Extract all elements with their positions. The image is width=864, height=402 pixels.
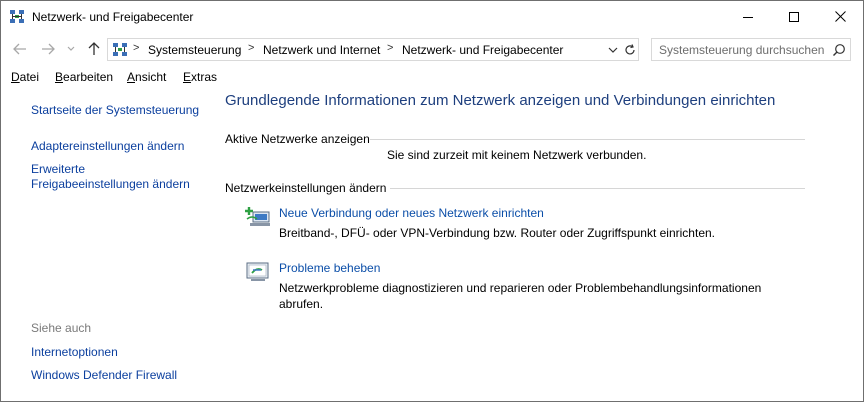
maximize-button[interactable]	[771, 1, 817, 32]
up-button[interactable]	[85, 40, 103, 58]
minimize-icon	[743, 16, 753, 18]
forward-button[interactable]	[39, 40, 57, 58]
control-panel-icon	[112, 42, 128, 58]
menu-bearbeiten[interactable]: Bearbeiten	[55, 70, 113, 84]
troubleshoot-icon[interactable]	[245, 261, 271, 283]
refresh-button[interactable]	[622, 42, 638, 58]
troubleshoot-description: Netzwerkprobleme diagnostizieren und rep…	[279, 281, 762, 311]
search-icon[interactable]	[832, 43, 846, 57]
back-button[interactable]	[11, 40, 29, 58]
menu-datei[interactable]: Datei	[11, 70, 39, 84]
sidebar-link-internetoptionen[interactable]: Internetoptionen	[31, 345, 206, 360]
minimize-button[interactable]	[725, 1, 771, 32]
section-divider	[370, 139, 805, 140]
arrow-right-icon	[42, 43, 55, 55]
menu-extras[interactable]: Extras	[183, 70, 217, 84]
maximize-icon	[789, 11, 799, 22]
search-input[interactable]: Systemsteuerung durchsuchen	[651, 38, 851, 61]
address-bar[interactable]: > Systemsteuerung > Netzwerk und Interne…	[107, 38, 639, 61]
window-title: Netzwerk- und Freigabecenter	[32, 10, 194, 24]
arrow-up-icon	[88, 42, 100, 55]
menu-bar: Datei Bearbeiten Ansicht Extras	[1, 67, 863, 89]
sidebar-link-firewall[interactable]: Windows Defender Firewall	[31, 368, 206, 383]
address-dropdown-button[interactable]	[606, 43, 620, 57]
breadcrumb-separator[interactable]: >	[387, 42, 393, 54]
menu-ansicht[interactable]: Ansicht	[127, 70, 166, 84]
breadcrumb-freigabecenter[interactable]: Netzwerk- und Freigabecenter	[402, 43, 563, 57]
active-networks-heading: Aktive Netzwerke anzeigen	[225, 132, 370, 146]
main-content: Grundlegende Informationen zum Netzwerk …	[225, 89, 825, 401]
sidebar: Startseite der Systemsteuerung Adapterei…	[1, 89, 211, 401]
page-title: Grundlegende Informationen zum Netzwerk …	[225, 92, 776, 109]
breadcrumb-systemsteuerung[interactable]: Systemsteuerung	[148, 43, 241, 57]
breadcrumb-netzwerk-und-internet[interactable]: Netzwerk und Internet	[263, 43, 380, 57]
sidebar-link-adaptereinstellungen[interactable]: Adaptereinstellungen ändern	[31, 139, 206, 154]
arrow-left-icon	[13, 43, 26, 55]
navigation-bar: > Systemsteuerung > Netzwerk und Interne…	[1, 32, 863, 66]
network-sharing-center-icon	[9, 9, 25, 25]
recent-locations-button[interactable]	[64, 40, 78, 58]
chevron-down-icon	[67, 46, 75, 51]
see-also-heading: Siehe auch	[31, 321, 92, 335]
breadcrumb-separator[interactable]: >	[133, 42, 139, 54]
new-connection-icon[interactable]	[245, 206, 271, 228]
network-settings-heading: Netzwerkeinstellungen ändern	[225, 181, 387, 195]
close-button[interactable]	[817, 1, 863, 32]
troubleshoot-link[interactable]: Probleme beheben	[279, 261, 380, 275]
search-placeholder: Systemsteuerung durchsuchen	[659, 43, 825, 57]
breadcrumb-separator[interactable]: >	[248, 42, 254, 54]
window: Netzwerk- und Freigabecenter > Systemste…	[0, 0, 864, 402]
new-connection-link[interactable]: Neue Verbindung oder neues Netzwerk einr…	[279, 206, 544, 220]
sidebar-link-freigabeeinstellungen[interactable]: Erweiterte Freigabeeinstellungen ändern	[31, 162, 196, 192]
section-divider	[390, 188, 805, 189]
title-bar: Netzwerk- und Freigabecenter	[1, 1, 863, 32]
sidebar-link-startseite[interactable]: Startseite der Systemsteuerung	[31, 103, 206, 118]
chevron-down-icon	[608, 47, 618, 53]
close-icon	[834, 11, 846, 22]
new-connection-description: Breitband-, DFÜ- oder VPN-Verbindung bzw…	[279, 226, 715, 240]
refresh-icon	[625, 44, 635, 55]
no-network-text: Sie sind zurzeit mit keinem Netzwerk ver…	[387, 148, 647, 162]
